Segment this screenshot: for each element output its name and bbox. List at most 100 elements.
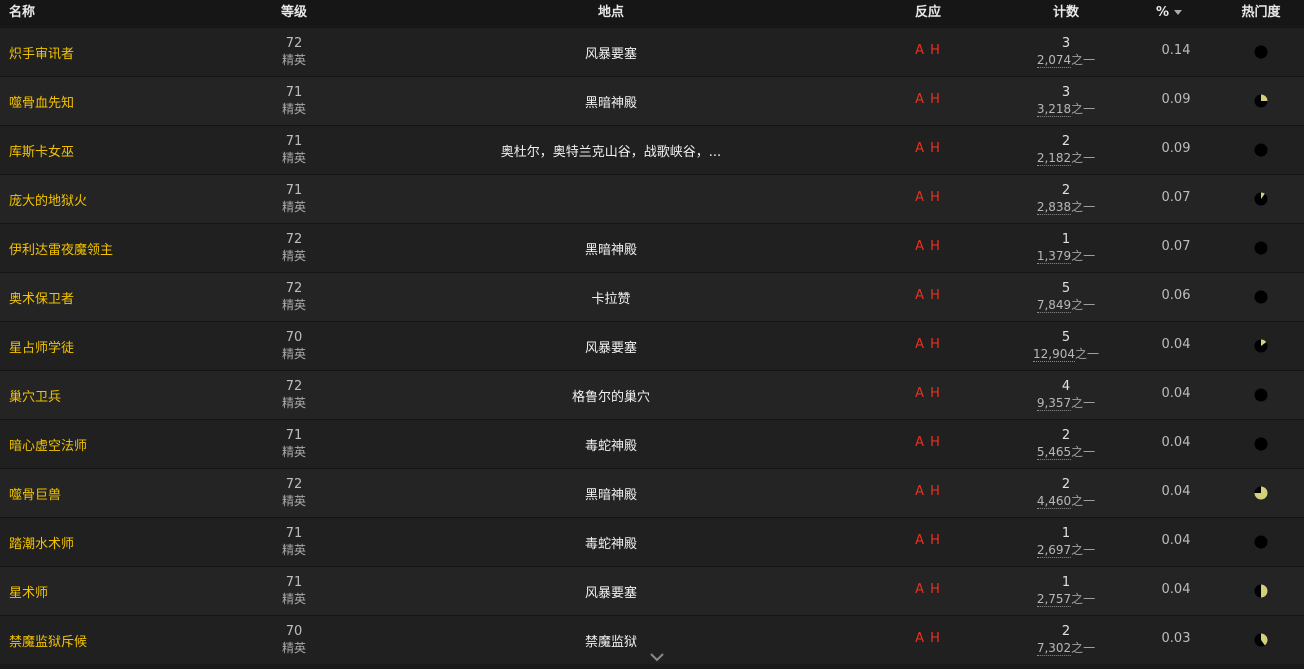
column-header-count[interactable]: 计数 [1053, 4, 1079, 22]
table-row: 伊利达雷夜魔领主 72 精英 黑暗神殿 A H 1 1,379之一 0.07 [0, 223, 1304, 272]
popularity-pie-icon [1254, 45, 1268, 59]
percent-value: 0.04 [1161, 337, 1191, 352]
column-header-reaction[interactable]: 反应 [915, 4, 941, 22]
count-value: 2 [1061, 134, 1071, 149]
count-total-suffix: 之一 [1071, 396, 1096, 410]
npc-name-link[interactable]: 踏潮水术师 [9, 533, 74, 552]
column-header-popularity[interactable]: 热门度 [1241, 4, 1280, 22]
location-link[interactable]: 卡拉赞 [591, 288, 630, 307]
level-value: 71 [285, 428, 303, 443]
count-total-number[interactable]: 4,460 [1036, 494, 1072, 509]
classification-label: 精英 [281, 592, 307, 606]
level-value: 70 [285, 330, 303, 345]
column-header-percent[interactable]: % [1155, 4, 1183, 22]
location-link[interactable]: 风暴要塞 [585, 43, 637, 62]
npc-name-link[interactable]: 噬骨巨兽 [9, 484, 61, 503]
level-value: 72 [285, 36, 303, 51]
classification-label: 精英 [281, 151, 307, 165]
level-value: 71 [285, 575, 303, 590]
classification-label: 精英 [281, 53, 307, 67]
count-total: 5,465之一 [1036, 444, 1096, 461]
count-total-number[interactable]: 3,218 [1036, 102, 1072, 117]
count-total: 2,697之一 [1036, 542, 1095, 559]
count-total: 2,757之一 [1036, 591, 1096, 608]
count-total-suffix: 之一 [1071, 151, 1096, 165]
level-cell: 71 精英 [282, 133, 306, 167]
column-header-level[interactable]: 等级 [281, 4, 307, 22]
count-total-suffix: 之一 [1071, 102, 1096, 116]
count-value: 2 [1061, 624, 1071, 639]
level-cell: 72 精英 [282, 476, 306, 510]
count-total-number[interactable]: 1,379 [1036, 249, 1072, 264]
location-link[interactable]: 奥杜尔，奥特兰克山谷，战歌峡谷，... [501, 141, 721, 160]
count-total-number[interactable]: 2,074 [1036, 53, 1072, 68]
location-link[interactable]: 黑暗神殿 [585, 239, 637, 258]
count-total-suffix: 之一 [1071, 445, 1096, 459]
location-link[interactable]: 黑暗神殿 [585, 92, 637, 111]
level-cell: 70 精英 [282, 623, 306, 657]
location-link[interactable]: 禁魔监狱 [585, 631, 637, 650]
column-header-name[interactable]: 名称 [9, 4, 35, 22]
count-total-number[interactable]: 2,697 [1036, 543, 1072, 558]
count-value: 3 [1061, 85, 1071, 100]
reaction-badge: A H [915, 92, 941, 107]
count-value: 3 [1061, 36, 1071, 51]
level-value: 71 [285, 183, 303, 198]
classification-label: 精英 [281, 298, 307, 312]
npc-name-link[interactable]: 星术师 [9, 582, 48, 601]
npc-name-link[interactable]: 庞大的地狱火 [9, 190, 87, 209]
popularity-pie-icon [1254, 339, 1268, 353]
count-total-number[interactable]: 5,465 [1036, 445, 1072, 460]
count-total-suffix: 之一 [1071, 200, 1096, 214]
location-link[interactable]: 黑暗神殿 [585, 484, 637, 503]
count-total-number[interactable]: 2,757 [1036, 592, 1072, 607]
reaction-badge: A H [915, 435, 941, 450]
percent-value: 0.07 [1161, 239, 1191, 254]
location-link[interactable]: 毒蛇神殿 [585, 435, 637, 454]
count-total-suffix: 之一 [1071, 592, 1096, 606]
classification-label: 精英 [281, 641, 307, 655]
npc-name-link[interactable]: 伊利达雷夜魔领主 [9, 239, 113, 258]
classification-label: 精英 [281, 543, 307, 557]
location-link[interactable]: 风暴要塞 [585, 582, 637, 601]
npc-name-link[interactable]: 巢穴卫兵 [9, 386, 61, 405]
count-cell: 5 12,904之一 [1032, 329, 1100, 363]
percent-value: 0.04 [1161, 533, 1191, 548]
npc-name-link[interactable]: 禁魔监狱斥候 [9, 631, 87, 650]
count-total-suffix: 之一 [1074, 347, 1100, 361]
count-total-number[interactable]: 7,849 [1036, 298, 1072, 313]
popularity-pie-icon [1254, 388, 1268, 402]
count-total-number[interactable]: 2,182 [1036, 151, 1072, 166]
classification-label: 精英 [281, 445, 307, 459]
npc-name-link[interactable]: 奥术保卫者 [9, 288, 74, 307]
chevron-down-icon[interactable] [649, 650, 665, 664]
reaction-badge: A H [915, 141, 941, 156]
npc-name-link[interactable]: 噬骨血先知 [9, 92, 74, 111]
count-total-number[interactable]: 12,904 [1032, 347, 1075, 362]
npc-name-link[interactable]: 库斯卡女巫 [9, 141, 74, 160]
count-total: 2,182之一 [1036, 150, 1096, 167]
count-total-number[interactable]: 7,302 [1036, 641, 1072, 656]
popularity-pie-icon [1254, 94, 1268, 108]
location-link[interactable]: 风暴要塞 [585, 337, 637, 356]
location-link[interactable]: 格鲁尔的巢穴 [572, 386, 650, 405]
level-value: 70 [285, 624, 303, 639]
count-value: 4 [1061, 379, 1071, 394]
table-row: 巢穴卫兵 72 精英 格鲁尔的巢穴 A H 4 9,357之一 0.04 [0, 370, 1304, 419]
npc-name-link[interactable]: 炽手审讯者 [9, 43, 74, 62]
column-header-percent-label: % [1155, 5, 1170, 20]
count-total-number[interactable]: 9,357 [1036, 396, 1072, 411]
npc-name-link[interactable]: 暗心虚空法师 [9, 435, 87, 454]
count-total-number[interactable]: 2,838 [1036, 200, 1072, 215]
count-cell: 2 5,465之一 [1036, 427, 1096, 461]
count-cell: 2 7,302之一 [1036, 623, 1095, 657]
popularity-pie-icon [1254, 290, 1268, 304]
reaction-badge: A H [915, 239, 941, 254]
column-header-location[interactable]: 地点 [598, 4, 624, 22]
table-row: 星占师学徒 70 精英 风暴要塞 A H 5 12,904之一 0.04 [0, 321, 1304, 370]
percent-value: 0.06 [1161, 288, 1191, 303]
location-link[interactable]: 毒蛇神殿 [585, 533, 637, 552]
npc-name-link[interactable]: 星占师学徒 [9, 337, 74, 356]
percent-value: 0.07 [1161, 190, 1191, 205]
count-total: 9,357之一 [1036, 395, 1096, 412]
